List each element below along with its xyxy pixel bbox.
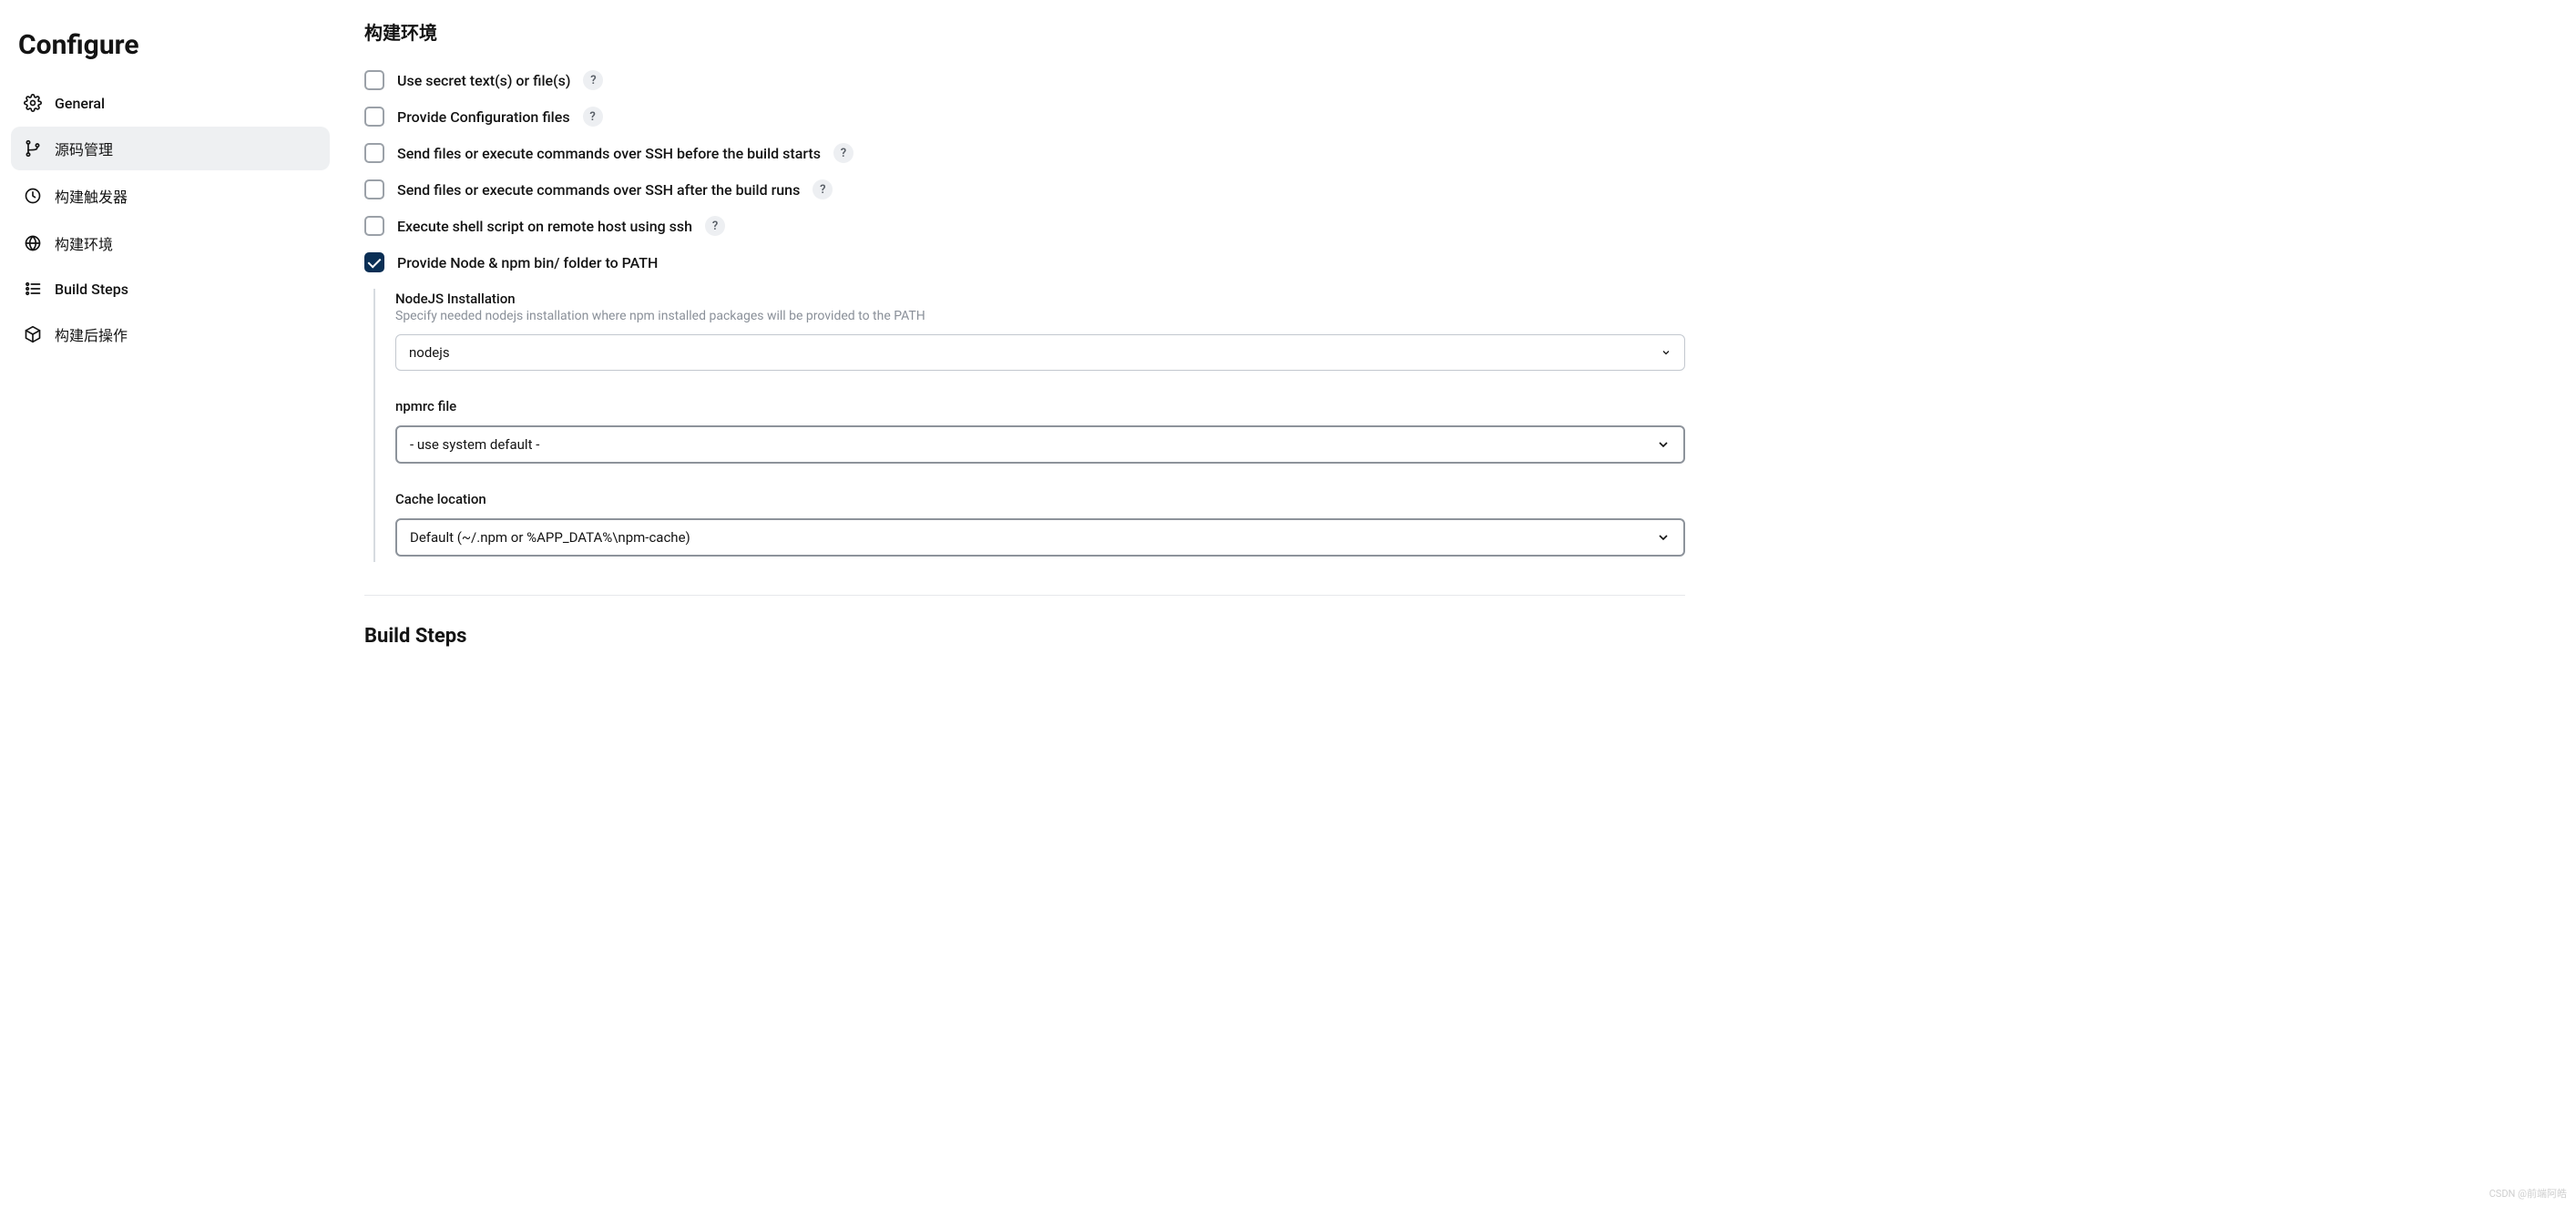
option-label: Use secret text(s) or file(s) bbox=[397, 72, 570, 89]
sidebar-item-build-environment[interactable]: 构建环境 bbox=[11, 221, 330, 265]
select-value: Default (~/.npm or %APP_DATA%\npm-cache) bbox=[410, 529, 690, 546]
gear-icon bbox=[24, 94, 42, 112]
option-exec-remote-shell: Execute shell script on remote host usin… bbox=[364, 216, 1685, 236]
nodejs-config-block: NodeJS Installation Specify needed nodej… bbox=[373, 289, 1685, 562]
section-title-build-environment: 构建环境 bbox=[364, 18, 1685, 45]
watermark: CSDN @前端阿皓 bbox=[2489, 1186, 2567, 1201]
section-title-build-steps: Build Steps bbox=[364, 625, 1685, 648]
package-icon bbox=[24, 325, 42, 343]
field-cache-location: Cache location Default (~/.npm or %APP_D… bbox=[395, 491, 1685, 557]
sidebar-item-source-control[interactable]: 源码管理 bbox=[11, 127, 330, 170]
help-icon[interactable]: ? bbox=[705, 216, 725, 236]
sidebar-item-label: 构建触发器 bbox=[55, 185, 128, 207]
checkbox-ssh-before[interactable] bbox=[364, 143, 384, 163]
main-content: 构建环境 Use secret text(s) or file(s) ? Pro… bbox=[337, 0, 1722, 1206]
sidebar-item-build-steps[interactable]: Build Steps bbox=[11, 269, 330, 309]
checkbox-ssh-after[interactable] bbox=[364, 179, 384, 199]
sidebar-item-label: General bbox=[55, 95, 105, 112]
sidebar-item-label: 源码管理 bbox=[55, 138, 113, 159]
field-label-cache: Cache location bbox=[395, 491, 1685, 507]
option-label: Send files or execute commands over SSH … bbox=[397, 181, 800, 199]
chevron-down-icon bbox=[1656, 530, 1671, 545]
checkbox-exec-remote-shell[interactable] bbox=[364, 216, 384, 236]
select-npmrc-file[interactable]: - use system default - bbox=[395, 425, 1685, 464]
sidebar-item-general[interactable]: General bbox=[11, 83, 330, 123]
field-desc-nodejs-installation: Specify needed nodejs installation where… bbox=[395, 309, 1685, 323]
option-label: Execute shell script on remote host usin… bbox=[397, 218, 692, 235]
sidebar-item-label: 构建环境 bbox=[55, 232, 113, 254]
clock-icon bbox=[24, 187, 42, 205]
select-cache-location[interactable]: Default (~/.npm or %APP_DATA%\npm-cache) bbox=[395, 518, 1685, 557]
field-npmrc-file: npmrc file - use system default - bbox=[395, 398, 1685, 464]
select-value: - use system default - bbox=[410, 436, 539, 453]
checkbox-provide-config-files[interactable] bbox=[364, 107, 384, 127]
help-icon[interactable]: ? bbox=[833, 143, 854, 163]
option-label: Provide Configuration files bbox=[397, 108, 570, 126]
steps-icon bbox=[24, 280, 42, 298]
help-icon[interactable]: ? bbox=[583, 70, 603, 90]
sidebar-item-build-triggers[interactable]: 构建触发器 bbox=[11, 174, 330, 218]
globe-icon bbox=[24, 234, 42, 252]
field-label-nodejs-installation: NodeJS Installation bbox=[395, 291, 1685, 307]
chevron-down-icon bbox=[1656, 437, 1671, 452]
option-use-secret: Use secret text(s) or file(s) ? bbox=[364, 70, 1685, 90]
sidebar: Configure General 源码管理 构建触发器 构建环境 bbox=[0, 0, 337, 1206]
checkbox-use-secret[interactable] bbox=[364, 70, 384, 90]
select-nodejs-installation[interactable]: nodejs bbox=[395, 334, 1685, 371]
option-ssh-before: Send files or execute commands over SSH … bbox=[364, 143, 1685, 163]
field-label-npmrc: npmrc file bbox=[395, 398, 1685, 414]
checkbox-provide-node-npm[interactable] bbox=[364, 252, 384, 272]
branch-icon bbox=[24, 139, 42, 158]
select-value: nodejs bbox=[409, 344, 450, 361]
sidebar-item-label: 构建后操作 bbox=[55, 323, 128, 345]
option-label: Send files or execute commands over SSH … bbox=[397, 145, 821, 162]
sidebar-item-post-build[interactable]: 构建后操作 bbox=[11, 312, 330, 356]
option-label: Provide Node & npm bin/ folder to PATH bbox=[397, 254, 658, 271]
option-provide-node-npm: Provide Node & npm bin/ folder to PATH bbox=[364, 252, 1685, 272]
section-divider bbox=[364, 595, 1685, 596]
page-title: Configure bbox=[18, 29, 330, 61]
sidebar-item-label: Build Steps bbox=[55, 281, 128, 298]
option-provide-config-files: Provide Configuration files ? bbox=[364, 107, 1685, 127]
chevron-down-icon bbox=[1661, 347, 1671, 358]
option-ssh-after: Send files or execute commands over SSH … bbox=[364, 179, 1685, 199]
help-icon[interactable]: ? bbox=[583, 107, 603, 127]
help-icon[interactable]: ? bbox=[813, 179, 833, 199]
field-nodejs-installation: NodeJS Installation Specify needed nodej… bbox=[395, 291, 1685, 371]
